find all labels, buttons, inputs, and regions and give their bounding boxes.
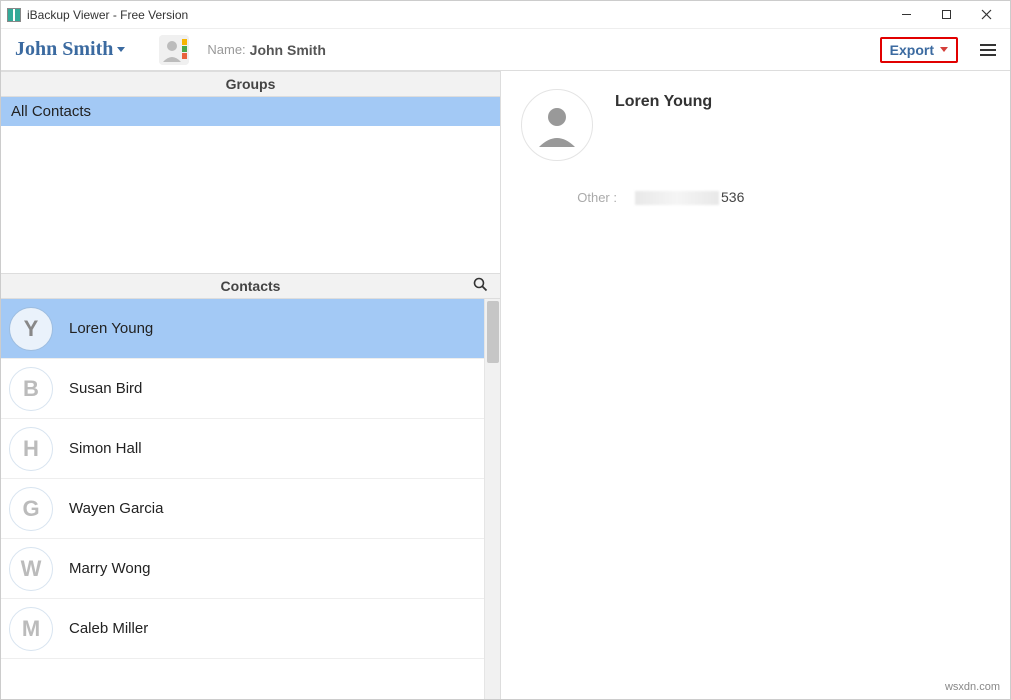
contact-avatar: Y xyxy=(9,307,53,351)
contact-row[interactable]: H Simon Hall xyxy=(1,419,484,479)
detail-header: Loren Young xyxy=(521,89,990,161)
contacts-header: Contacts xyxy=(1,273,500,299)
close-button[interactable] xyxy=(966,2,1006,28)
export-button[interactable]: Export xyxy=(880,37,958,63)
detail-fields: Other : 536 xyxy=(561,189,990,205)
contact-name: Susan Bird xyxy=(69,380,142,397)
contacts-list: Y Loren Young B Susan Bird H Simon Hall … xyxy=(1,299,484,699)
redacted-value xyxy=(635,191,719,205)
group-label: All Contacts xyxy=(11,103,91,120)
groups-header-label: Groups xyxy=(226,76,276,92)
menu-button[interactable] xyxy=(976,40,1000,60)
groups-list: All Contacts xyxy=(1,97,500,273)
contact-row[interactable]: B Susan Bird xyxy=(1,359,484,419)
contact-avatar: G xyxy=(9,487,53,531)
export-button-label: Export xyxy=(890,42,934,58)
left-panel: Groups All Contacts Contacts Y Loren You… xyxy=(1,71,501,699)
toolbar: John Smith Name: John Smith Export xyxy=(1,29,1010,71)
detail-value-other: 536 xyxy=(635,189,744,205)
contact-name: Wayen Garcia xyxy=(69,500,163,517)
backup-name-label: John Smith xyxy=(15,38,113,61)
detail-panel: Loren Young Other : 536 xyxy=(501,71,1010,699)
name-field-value: John Smith xyxy=(250,42,326,58)
contact-avatar: W xyxy=(9,547,53,591)
group-row-all-contacts[interactable]: All Contacts xyxy=(1,97,500,126)
chevron-down-icon xyxy=(117,47,125,52)
contact-row[interactable]: M Caleb Miller xyxy=(1,599,484,659)
contact-name: Loren Young xyxy=(69,320,153,337)
search-icon[interactable] xyxy=(473,277,488,295)
window-title: iBackup Viewer - Free Version xyxy=(27,8,886,22)
maximize-button[interactable] xyxy=(926,2,966,28)
contact-name: Caleb Miller xyxy=(69,620,148,637)
contact-avatar: M xyxy=(9,607,53,651)
detail-row-other: Other : 536 xyxy=(561,189,990,205)
contacts-module-icon[interactable] xyxy=(159,35,189,65)
scrollbar[interactable] xyxy=(484,299,500,699)
detail-label-other: Other : xyxy=(561,190,617,205)
minimize-button[interactable] xyxy=(886,2,926,28)
window-titlebar: iBackup Viewer - Free Version xyxy=(1,1,1010,29)
detail-value-suffix: 536 xyxy=(721,189,744,205)
contact-row[interactable]: Y Loren Young xyxy=(1,299,484,359)
scrollbar-thumb[interactable] xyxy=(487,301,499,363)
contact-name: Simon Hall xyxy=(69,440,142,457)
detail-name: Loren Young xyxy=(615,89,712,111)
groups-header: Groups xyxy=(1,71,500,97)
contact-row[interactable]: G Wayen Garcia xyxy=(1,479,484,539)
chevron-down-icon xyxy=(940,47,948,52)
contacts-list-container: Y Loren Young B Susan Bird H Simon Hall … xyxy=(1,299,500,699)
backup-selector[interactable]: John Smith xyxy=(15,38,125,61)
contact-row[interactable]: W Marry Wong xyxy=(1,539,484,599)
contacts-header-label: Contacts xyxy=(221,278,281,294)
person-icon xyxy=(533,101,581,149)
name-field-label: Name: xyxy=(207,42,245,57)
main-content: Groups All Contacts Contacts Y Loren You… xyxy=(1,71,1010,699)
contact-avatar: H xyxy=(9,427,53,471)
contact-avatar: B xyxy=(9,367,53,411)
detail-avatar xyxy=(521,89,593,161)
watermark: wsxdn.com xyxy=(945,681,1000,693)
app-icon xyxy=(7,8,21,22)
contact-name: Marry Wong xyxy=(69,560,150,577)
